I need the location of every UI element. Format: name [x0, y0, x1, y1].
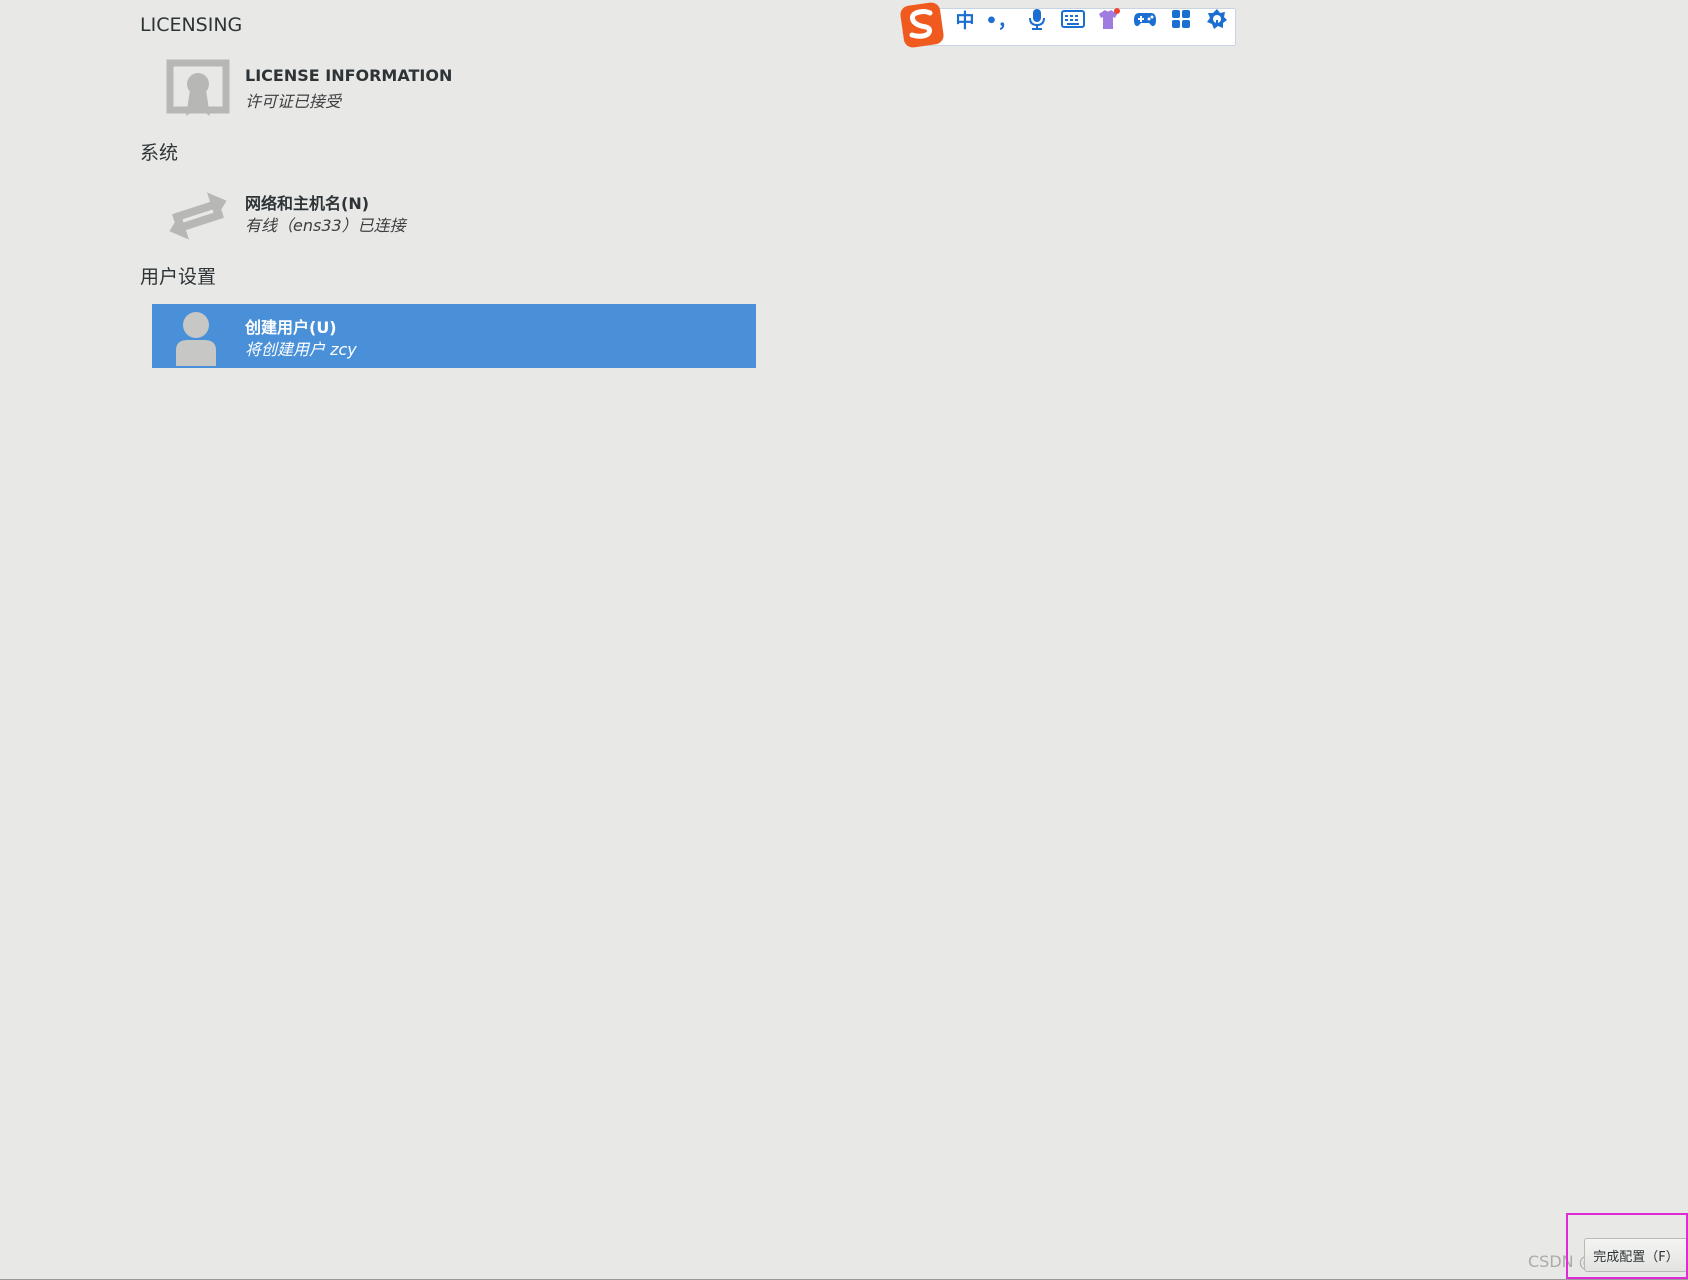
- section-title-user-settings: 用户设置: [140, 266, 217, 288]
- punctuation-mode-button[interactable]: •，: [985, 8, 1016, 32]
- settings-icon: [1207, 9, 1227, 29]
- ime-settings-button[interactable]: [1202, 8, 1232, 30]
- spoke-user-title: 创建用户(U): [245, 318, 337, 337]
- annotation-highlight-box: [1566, 1213, 1688, 1279]
- voice-input-icon: [1029, 9, 1045, 30]
- spoke-network-title: 网络和主机名(N): [245, 194, 370, 213]
- voice-input-button[interactable]: [1022, 8, 1052, 30]
- game-icon: [1134, 13, 1156, 27]
- chinese-mode-button[interactable]: 中: [950, 8, 980, 32]
- spoke-license-title: LICENSE INFORMATION: [245, 66, 453, 85]
- section-title-system: 系统: [140, 142, 179, 164]
- spoke-license-information[interactable]: LICENSE INFORMATION 许可证已接受: [152, 56, 756, 120]
- certificate-icon: [166, 59, 230, 116]
- spoke-license-status: 许可证已接受: [245, 92, 342, 111]
- skin-button[interactable]: [1094, 8, 1124, 30]
- soft-keyboard-button[interactable]: [1058, 8, 1088, 30]
- keyboard-icon: [1061, 10, 1085, 28]
- spoke-network-status: 有线（ens33）已连接: [245, 216, 406, 235]
- game-button[interactable]: [1130, 8, 1160, 30]
- skin-icon: [1099, 8, 1120, 29]
- spoke-user-status: 将创建用户 zcy: [245, 340, 357, 359]
- toolbox-button[interactable]: [1166, 8, 1196, 30]
- user-avatar-icon: [176, 312, 216, 366]
- toolbox-icon: [1172, 10, 1190, 28]
- network-arrows-icon: [169, 192, 227, 240]
- spoke-network-hostname[interactable]: 网络和主机名(N) 有线（ens33）已连接: [152, 180, 756, 244]
- section-title-licensing: LICENSING: [140, 14, 243, 36]
- sogou-logo-icon[interactable]: [898, 1, 946, 49]
- spoke-create-user[interactable]: 创建用户(U) 将创建用户 zcy: [152, 304, 756, 368]
